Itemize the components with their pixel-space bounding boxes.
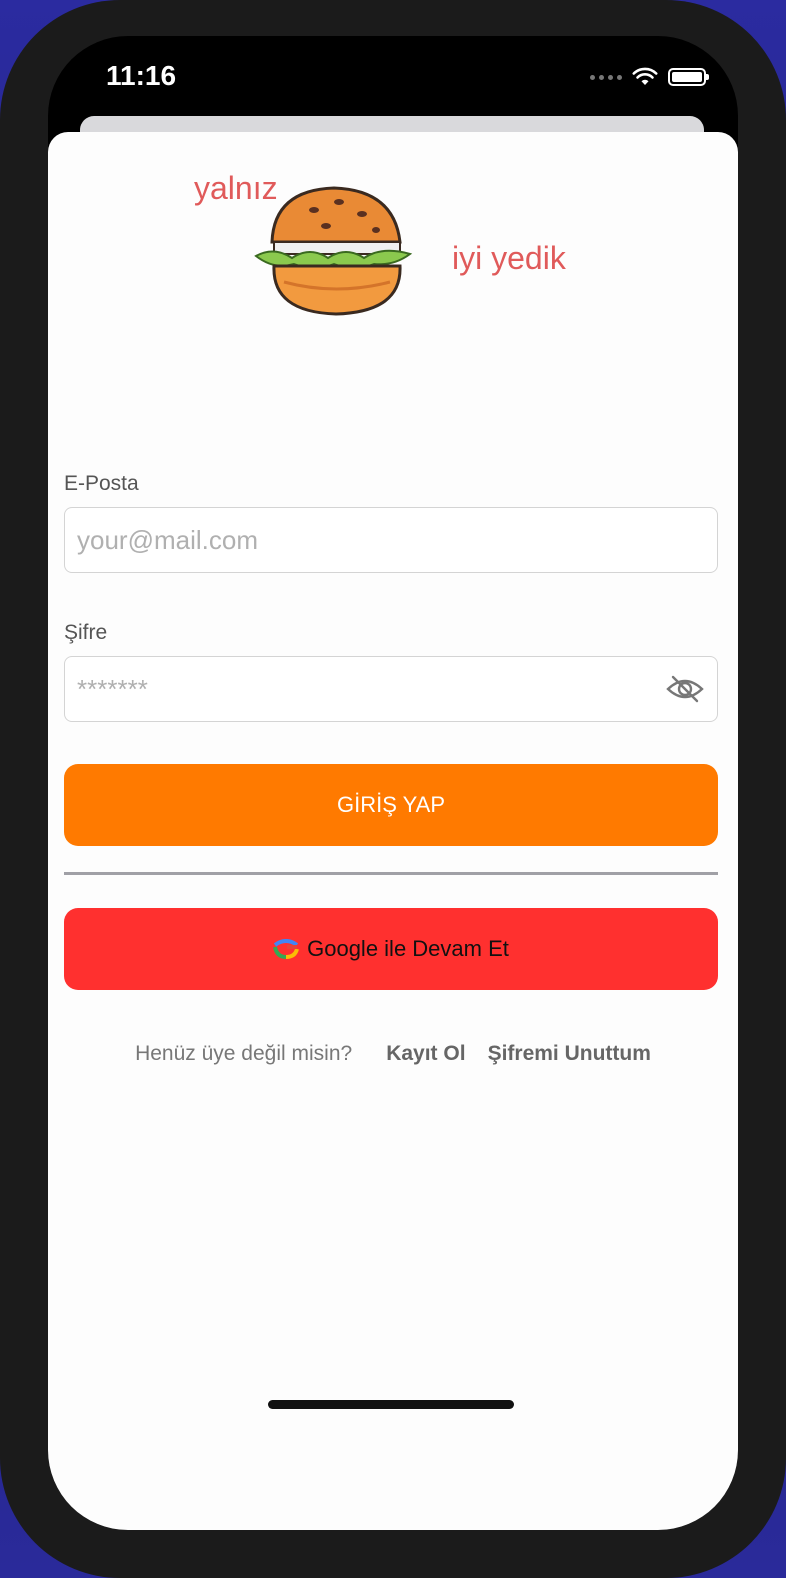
login-sheet: yalnız iyi yedik E-Posta your@mail.com Ş… bbox=[48, 132, 738, 1530]
password-field[interactable]: ******* bbox=[64, 656, 718, 722]
email-placeholder: your@mail.com bbox=[77, 524, 258, 555]
password-label: Şifre bbox=[64, 621, 108, 644]
forgot-password-link[interactable]: Şifremi Unuttum bbox=[488, 1042, 651, 1066]
status-time: 11:16 bbox=[106, 60, 177, 91]
login-button[interactable]: GİRİŞ YAP bbox=[64, 764, 718, 846]
eye-off-icon[interactable] bbox=[665, 673, 705, 705]
battery-icon bbox=[668, 68, 709, 86]
divider bbox=[64, 872, 718, 875]
google-login-button[interactable]: Google ile Devam Et bbox=[64, 908, 718, 990]
register-link[interactable]: Kayıt Ol bbox=[386, 1042, 465, 1066]
google-icon bbox=[273, 939, 300, 959]
google-button-label: Google ile Devam Et bbox=[307, 936, 509, 961]
status-icons bbox=[590, 66, 709, 88]
burger-icon bbox=[254, 186, 413, 316]
screen: 11:16 yalnız iyi yedik E-Posta your@mail… bbox=[48, 36, 738, 1530]
signup-question: Henüz üye değil misin? bbox=[135, 1042, 353, 1065]
bottom-links: Henüz üye değil misin? Kayıt Ol Şifremi … bbox=[48, 1042, 738, 1066]
app-logo: yalnız iyi yedik bbox=[188, 162, 598, 332]
password-placeholder: ******* bbox=[77, 673, 148, 704]
wifi-icon bbox=[632, 67, 658, 85]
email-label: E-Posta bbox=[64, 472, 139, 495]
home-indicator bbox=[268, 1400, 514, 1409]
logo-text-bottom: iyi yedik bbox=[452, 240, 566, 276]
notch bbox=[248, 36, 630, 90]
email-field[interactable]: your@mail.com bbox=[64, 507, 718, 573]
phone-frame: 11:16 yalnız iyi yedik E-Posta your@mail… bbox=[0, 0, 786, 1578]
signal-icon bbox=[590, 74, 622, 80]
